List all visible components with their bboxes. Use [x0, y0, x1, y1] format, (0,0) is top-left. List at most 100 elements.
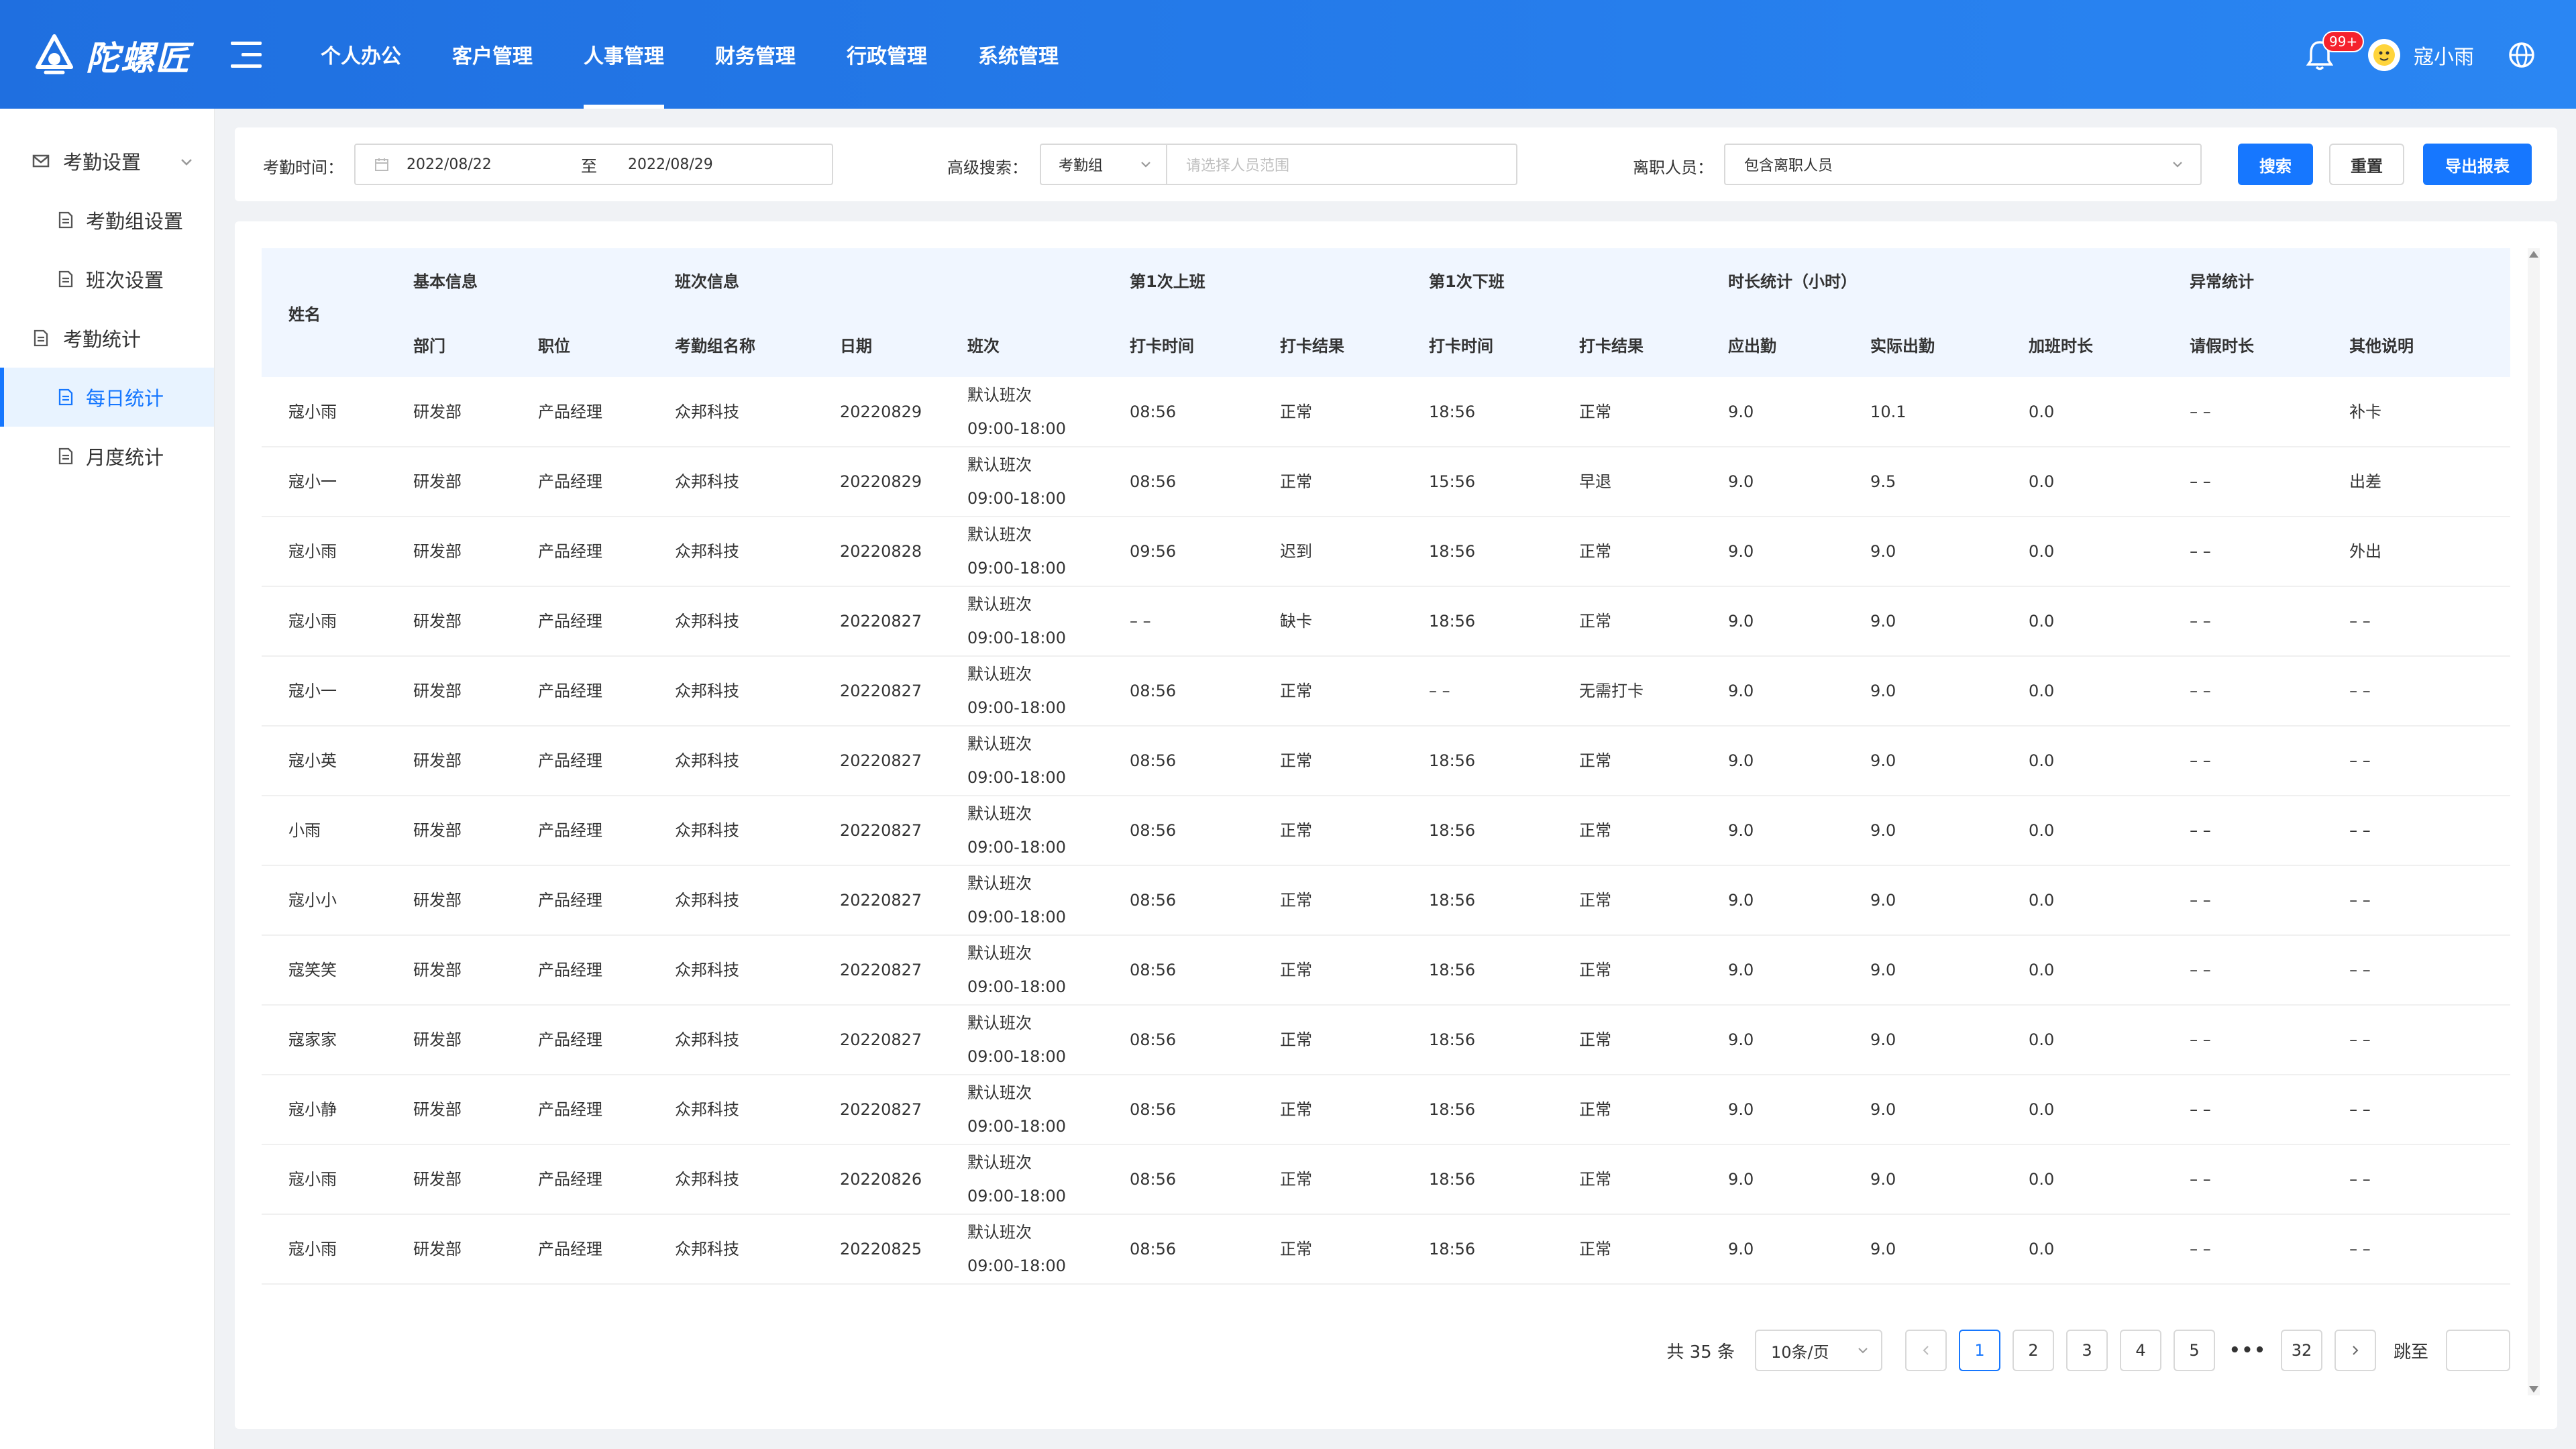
username[interactable]: 寇小雨	[2414, 40, 2474, 70]
cell-note: – –	[2322, 1005, 2511, 1075]
next-page-button[interactable]	[2334, 1330, 2376, 1371]
cell-actual-attend: 9.0	[1843, 935, 2002, 1006]
cell-name: 寇小雨	[262, 1214, 386, 1285]
nav-item-1[interactable]: 客户管理	[427, 0, 558, 109]
cell-in-result: 正常	[1253, 1005, 1403, 1075]
cell-leave: – –	[2163, 377, 2323, 447]
date-range-picker[interactable]: 2022/08/22 至 2022/08/29	[354, 144, 833, 185]
cell-position: 产品经理	[511, 656, 648, 727]
table-row: 寇小英 研发部 产品经理 众邦科技 20220827 默认班次 09:00-18:00 08:…	[262, 726, 2511, 796]
jump-page-input[interactable]	[2446, 1330, 2510, 1371]
table-row: 寇小小 研发部 产品经理 众邦科技 20220827 默认班次 09:00-18:00 08:…	[262, 865, 2511, 936]
cell-group-name: 众邦科技	[648, 726, 813, 796]
cell-out-time: 18:56	[1402, 865, 1553, 936]
end-date[interactable]: 2022/08/29	[628, 156, 713, 173]
cell-position: 产品经理	[511, 1144, 648, 1215]
menu-collapse-icon[interactable]	[231, 42, 262, 68]
vertical-scrollbar[interactable]	[2528, 248, 2540, 1395]
cell-actual-attend: 9.0	[1843, 1144, 2002, 1215]
cell-group-name: 众邦科技	[648, 796, 813, 866]
cell-out-result: 正常	[1552, 865, 1702, 936]
cell-leave: – –	[2163, 796, 2323, 866]
sidebar-item-daily-stats[interactable]: 每日统计	[0, 368, 214, 427]
sidebar-item-monthly-stats[interactable]: 月度统计	[0, 427, 214, 486]
cell-date: 20220827	[813, 586, 941, 657]
notification-bell[interactable]: 99+	[2304, 31, 2365, 74]
sidebar-group-attendance-settings[interactable]: 考勤设置	[0, 131, 214, 191]
chevron-down-icon	[1858, 1348, 1868, 1354]
nav-item-0[interactable]: 个人办公	[295, 0, 427, 109]
cell-should-attend: 9.0	[1701, 935, 1844, 1006]
cell-out-time: 18:56	[1402, 1075, 1553, 1145]
cell-should-attend: 9.0	[1701, 1075, 1844, 1145]
sidebar-item-shift-settings[interactable]: 班次设置	[0, 250, 214, 309]
avatar[interactable]	[2368, 39, 2400, 71]
cell-shift: 默认班次 09:00-18:00	[941, 1214, 1104, 1285]
start-date[interactable]: 2022/08/22	[407, 156, 581, 173]
resigned-select[interactable]: 包含离职人员	[1724, 144, 2202, 185]
nav-item-2[interactable]: 人事管理	[558, 0, 690, 109]
cell-should-attend: 9.0	[1701, 1214, 1844, 1285]
cell-out-result: 正常	[1552, 1005, 1702, 1075]
page-button-4[interactable]: 4	[2119, 1330, 2161, 1371]
page-button-3[interactable]: 3	[2065, 1330, 2108, 1371]
page-ellipsis[interactable]: •••	[2227, 1340, 2269, 1360]
logo-icon	[36, 34, 73, 74]
header-shift: 班次	[941, 311, 1104, 377]
nav-item-3[interactable]: 财务管理	[690, 0, 821, 109]
shift-time: 09:00-18:00	[967, 1187, 1066, 1205]
nav-item-4[interactable]: 行政管理	[821, 0, 953, 109]
nav-item-5[interactable]: 系统管理	[953, 0, 1084, 109]
cell-out-time: 18:56	[1402, 1005, 1553, 1075]
cell-out-result: 正常	[1552, 1214, 1702, 1285]
cell-should-attend: 9.0	[1701, 796, 1844, 866]
advanced-search-select[interactable]: 考勤组	[1040, 144, 1167, 185]
cell-date: 20220827	[813, 726, 941, 796]
cell-date: 20220829	[813, 447, 941, 517]
export-report-button[interactable]: 导出报表	[2423, 144, 2532, 185]
app-logo[interactable]: 陀螺匠	[32, 32, 191, 79]
staff-range-input[interactable]: 请选择人员范围	[1166, 144, 1517, 185]
cell-overtime: 0.0	[2002, 1214, 2163, 1285]
cell-note: – –	[2322, 1075, 2511, 1145]
cell-in-time: 09:56	[1103, 517, 1254, 587]
cell-shift: 默认班次 09:00-18:00	[941, 656, 1104, 727]
prev-page-button[interactable]	[1904, 1330, 1947, 1371]
cell-position: 产品经理	[511, 796, 648, 866]
table-row: 寇小雨 研发部 产品经理 众邦科技 20220828 默认班次 09:00-18:00 09:…	[262, 517, 2511, 587]
total-count: 共 35 条	[1666, 1342, 1735, 1362]
cell-in-result: 缺卡	[1253, 586, 1403, 657]
page-size-select[interactable]: 10条/页	[1754, 1330, 1882, 1371]
cell-in-result: 正常	[1253, 865, 1403, 936]
cell-in-time: 08:56	[1103, 865, 1254, 936]
page-button-2[interactable]: 2	[2012, 1330, 2054, 1371]
cell-in-result: 正常	[1253, 1144, 1403, 1215]
cell-name: 寇小一	[262, 447, 386, 517]
cell-position: 产品经理	[511, 377, 648, 447]
cell-out-result: 早退	[1552, 447, 1702, 517]
main-nav: 个人办公 客户管理 人事管理 财务管理 行政管理 系统管理	[295, 0, 1084, 109]
cell-dept: 研发部	[386, 726, 511, 796]
scroll-down-arrow-icon[interactable]	[2529, 1386, 2538, 1393]
globe-icon[interactable]	[2508, 41, 2536, 69]
page-button-last[interactable]: 32	[2280, 1330, 2322, 1371]
table-row: 寇小静 研发部 产品经理 众邦科技 20220827 默认班次 09:00-18:00 08:…	[262, 1075, 2511, 1145]
table-row: 寇笑笑 研发部 产品经理 众邦科技 20220827 默认班次 09:00-18:00 08:…	[262, 935, 2511, 1006]
page-button-5[interactable]: 5	[2173, 1330, 2215, 1371]
sidebar-item-group-settings[interactable]: 考勤组设置	[0, 191, 214, 250]
shift-name: 默认班次	[967, 665, 1032, 684]
cell-leave: – –	[2163, 1144, 2323, 1215]
page-button-1[interactable]: 1	[1958, 1330, 2000, 1371]
search-button[interactable]: 搜索	[2238, 144, 2313, 185]
scroll-up-arrow-icon[interactable]	[2529, 251, 2538, 258]
cell-dept: 研发部	[386, 935, 511, 1006]
shift-time: 09:00-18:00	[967, 1047, 1066, 1066]
reset-button[interactable]: 重置	[2329, 144, 2404, 185]
cell-out-time: 18:56	[1402, 935, 1553, 1006]
cell-overtime: 0.0	[2002, 796, 2163, 866]
cell-out-time: 18:56	[1402, 726, 1553, 796]
cell-date: 20220829	[813, 377, 941, 447]
shift-name: 默认班次	[967, 735, 1032, 753]
chevron-down-icon	[181, 159, 192, 166]
sidebar-group-attendance-stats[interactable]: 考勤统计	[0, 309, 214, 368]
